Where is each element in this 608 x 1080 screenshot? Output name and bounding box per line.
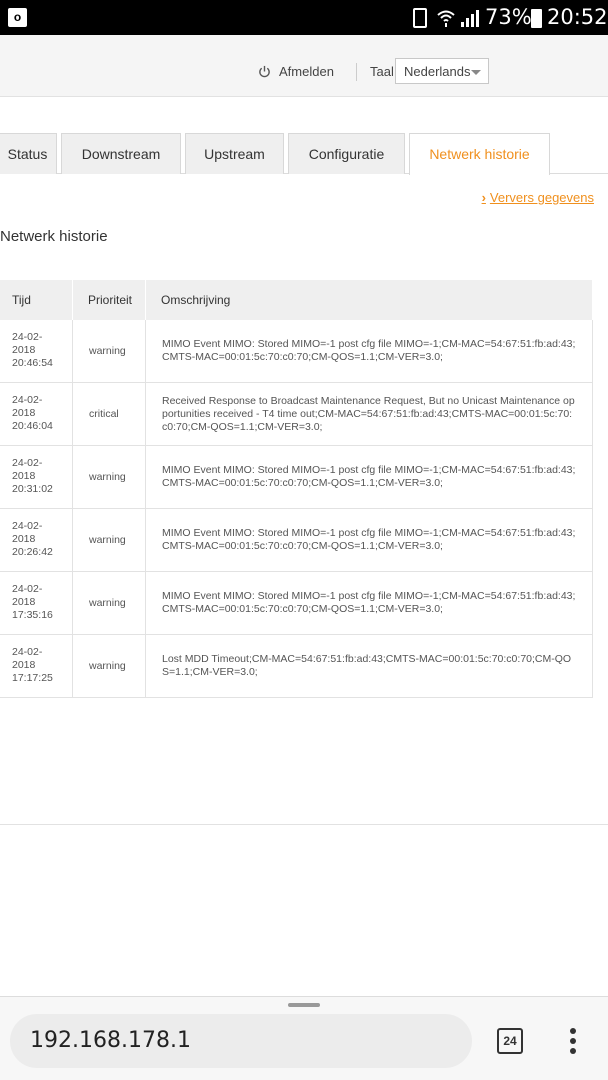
time-cell: 24-02- 2018 20:26:42: [0, 509, 73, 571]
tab-status[interactable]: Status: [0, 133, 57, 174]
date-text: 24-02-: [12, 520, 43, 532]
header-divider: [356, 63, 357, 81]
table-row: 24-02- 2018 20:46:54 warning MIMO Event …: [0, 320, 593, 383]
time-cell: 24-02- 2018 17:17:25: [0, 635, 73, 697]
page-title: Netwerk historie: [0, 228, 108, 245]
table-row: 24-02- 2018 20:46:04 critical Received R…: [0, 383, 593, 446]
caret-down-icon: [471, 70, 481, 75]
refresh-label: Ververs gegevens: [489, 190, 594, 205]
menu-dot: [570, 1038, 576, 1044]
refresh-link[interactable]: › Ververs gegevens: [482, 190, 594, 205]
year-text: 2018: [12, 344, 36, 356]
date-text: 24-02-: [12, 457, 43, 469]
description-cell: Lost MDD Timeout;CM-MAC=54:67:51:fb:ad:4…: [162, 653, 572, 678]
time-text: 20:46:04: [12, 420, 53, 432]
column-header-time: Tijd: [0, 280, 73, 320]
description-cell: MIMO Event MIMO: Stored MIMO=-1 post cfg…: [162, 464, 576, 489]
column-header-description: Omschrijving: [146, 280, 593, 320]
time-cell: 24-02- 2018 17:35:16: [0, 572, 73, 634]
description-cell: MIMO Event MIMO: Stored MIMO=-1 post cfg…: [162, 527, 576, 552]
battery-saver-icon: [413, 8, 427, 28]
drag-handle[interactable]: [288, 1003, 320, 1007]
column-header-priority: Prioriteit: [73, 280, 146, 320]
battery-percentage: 73%: [485, 5, 532, 29]
chevron-right-icon: ›: [481, 190, 486, 205]
year-text: 2018: [12, 659, 36, 671]
priority-cell: warning: [73, 320, 146, 382]
date-text: 24-02-: [12, 583, 43, 595]
priority-cell: warning: [73, 509, 146, 571]
table-row: 24-02- 2018 17:35:16 warning MIMO Event …: [0, 572, 593, 635]
content-divider: [0, 824, 608, 825]
time-text: 17:35:16: [12, 609, 53, 621]
date-text: 24-02-: [12, 331, 43, 343]
date-text: 24-02-: [12, 646, 43, 658]
menu-dot: [570, 1028, 576, 1034]
tab-downstream[interactable]: Downstream: [61, 133, 181, 174]
time-text: 20:26:42: [12, 546, 53, 558]
status-clock: 20:52: [547, 5, 608, 29]
year-text: 2018: [12, 596, 36, 608]
logout-label: Afmelden: [279, 64, 334, 79]
year-text: 2018: [12, 470, 36, 482]
language-select[interactable]: Nederlands: [395, 58, 489, 84]
description-cell: MIMO Event MIMO: Stored MIMO=-1 post cfg…: [162, 338, 576, 363]
time-cell: 24-02- 2018 20:31:02: [0, 446, 73, 508]
android-status-bar: o 73% 20:52: [0, 0, 608, 35]
signal-icon: [461, 10, 479, 27]
time-cell: 24-02- 2018 20:46:04: [0, 383, 73, 445]
priority-cell: warning: [73, 446, 146, 508]
url-bar[interactable]: 192.168.178.1: [10, 1014, 472, 1068]
table-header: Tijd Prioriteit Omschrijving: [0, 280, 593, 320]
time-text: 20:31:02: [12, 483, 53, 495]
overflow-menu-icon[interactable]: [570, 1028, 578, 1054]
language-value: Nederlands: [404, 64, 471, 79]
logout-button[interactable]: Afmelden: [258, 64, 334, 79]
wifi-icon: [437, 10, 455, 27]
tab-upstream[interactable]: Upstream: [185, 133, 284, 174]
browser-toolbar: 192.168.178.1 24: [0, 996, 608, 1080]
tab-netwerk-historie[interactable]: Netwerk historie: [409, 133, 550, 175]
time-cell: 24-02- 2018 20:46:54: [0, 320, 73, 382]
tab-bar: Status Downstream Upstream Configuratie …: [0, 133, 608, 175]
table-row: 24-02- 2018 20:26:42 warning MIMO Event …: [0, 509, 593, 572]
power-icon: [259, 65, 270, 78]
description-cell: Received Response to Broadcast Maintenan…: [162, 394, 575, 433]
tab-switcher-button[interactable]: 24: [497, 1028, 523, 1054]
date-text: 24-02-: [12, 394, 43, 406]
priority-cell: warning: [73, 635, 146, 697]
year-text: 2018: [12, 407, 36, 419]
menu-dot: [570, 1048, 576, 1054]
outlook-icon: o: [8, 8, 27, 27]
event-log-table: Tijd Prioriteit Omschrijving 24-02- 2018…: [0, 280, 593, 698]
battery-icon: [531, 9, 542, 28]
description-cell: MIMO Event MIMO: Stored MIMO=-1 post cfg…: [162, 590, 576, 615]
table-row: 24-02- 2018 20:31:02 warning MIMO Event …: [0, 446, 593, 509]
modem-header: Afmelden Taal Nederlands: [0, 35, 608, 97]
time-text: 20:46:54: [12, 357, 53, 369]
time-text: 17:17:25: [12, 672, 53, 684]
priority-cell: critical: [73, 383, 146, 445]
priority-cell: warning: [73, 572, 146, 634]
tab-configuratie[interactable]: Configuratie: [288, 133, 405, 174]
language-label: Taal: [370, 64, 394, 79]
table-row: 24-02- 2018 17:17:25 warning Lost MDD Ti…: [0, 635, 593, 698]
year-text: 2018: [12, 533, 36, 545]
